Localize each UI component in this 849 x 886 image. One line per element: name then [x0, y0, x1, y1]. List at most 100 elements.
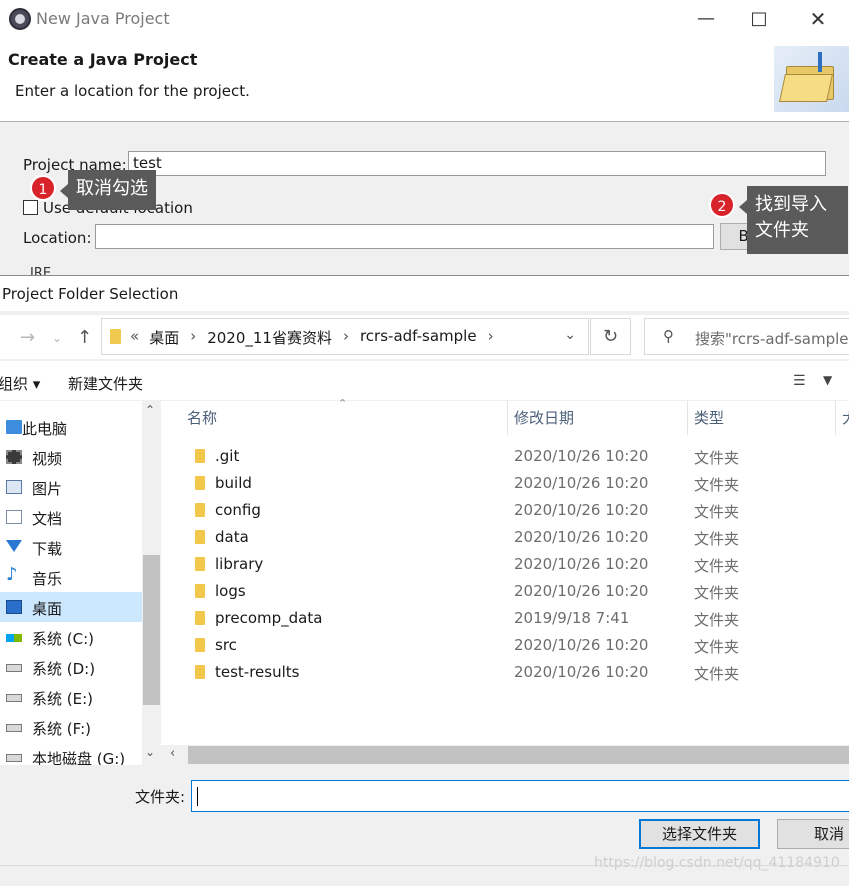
nav-item-drive-d[interactable]: 系统 (D:): [0, 652, 142, 682]
chevron-right-icon[interactable]: ›: [332, 327, 360, 348]
file-name: build: [215, 474, 252, 492]
column-header-date[interactable]: 修改日期: [508, 401, 688, 435]
select-folder-button[interactable]: 选择文件夹: [639, 819, 760, 849]
address-bar[interactable]: « 桌面 › 2020_11省赛资料 › rcrs-adf-sample › ⌄: [101, 318, 589, 355]
nav-item-drive-c[interactable]: 系统 (C:): [0, 622, 142, 652]
nav-item-label: 系统 (F:): [32, 720, 91, 738]
scroll-left-icon[interactable]: ‹: [170, 746, 175, 761]
minimize-button[interactable]: —: [683, 6, 729, 32]
address-navbar: → ⌄ ↑ « 桌面 › 2020_11省赛资料 › rcrs-adf-samp…: [0, 315, 849, 359]
scrollbar-thumb[interactable]: [143, 555, 160, 705]
file-type: 文件夹: [694, 503, 740, 521]
breadcrumb-rcrs[interactable]: rcrs-adf-sample: [360, 327, 477, 348]
breadcrumb-folder-2020[interactable]: 2020_11省赛资料: [207, 327, 332, 348]
address-dropdown-icon[interactable]: ⌄: [564, 327, 576, 343]
column-header-name[interactable]: 名称: [181, 401, 508, 435]
new-java-project-window: New Java Project — □ ✕ Create a Java Pro…: [0, 0, 849, 276]
nav-item-documents[interactable]: 文档: [0, 502, 142, 532]
file-type: 文件夹: [694, 476, 740, 494]
cancel-button[interactable]: 取消: [777, 819, 849, 849]
folder-icon: [195, 530, 205, 544]
navigation-scrollbar[interactable]: ⌃ ⌄: [142, 401, 161, 765]
watermark-text: https://blog.csdn.net/qq_41184910: [594, 855, 840, 871]
breadcrumb-desktop[interactable]: 桌面: [149, 327, 179, 348]
file-type: 文件夹: [694, 449, 740, 467]
nav-item-music[interactable]: ♪ 音乐: [0, 562, 142, 592]
folder-icon: [195, 611, 205, 625]
file-row[interactable]: logs 2020/10/26 10:20 文件夹: [161, 578, 849, 605]
folder-banner-icon: [774, 46, 849, 112]
file-name: config: [215, 501, 261, 519]
drive-icon: [6, 664, 22, 672]
nav-item-this-pc[interactable]: 此电脑: [0, 412, 142, 442]
folder-input[interactable]: [191, 780, 849, 812]
project-name-input[interactable]: test: [128, 151, 826, 176]
callout-uncheck: 取消勾选: [60, 170, 156, 210]
scroll-down-icon[interactable]: ⌄: [145, 745, 155, 759]
file-row[interactable]: library 2020/10/26 10:20 文件夹: [161, 551, 849, 578]
nav-item-label: 文档: [32, 510, 63, 528]
desktop-icon: [6, 600, 22, 614]
search-input[interactable]: 搜索"rcrs-adf-sample": [695, 328, 849, 349]
forward-arrow-icon[interactable]: →: [20, 327, 35, 348]
recent-dropdown-icon[interactable]: ⌄: [52, 331, 62, 345]
nav-item-pictures[interactable]: 图片: [0, 472, 142, 502]
view-options-icon[interactable]: ☰: [793, 373, 806, 389]
file-name: precomp_data: [215, 609, 323, 627]
nav-item-label: 系统 (C:): [32, 630, 94, 648]
scrollbar-thumb[interactable]: [188, 746, 849, 764]
nav-item-videos[interactable]: 视频: [0, 442, 142, 472]
location-input[interactable]: [95, 224, 714, 249]
nav-item-label: 视频: [32, 450, 63, 468]
organize-menu[interactable]: 组织 ▾: [0, 373, 40, 394]
column-header-size[interactable]: 大: [836, 401, 849, 435]
nav-item-drive-f[interactable]: 系统 (F:): [0, 712, 142, 742]
window-titlebar: New Java Project — □ ✕: [0, 0, 849, 38]
file-row[interactable]: config 2020/10/26 10:20 文件夹: [161, 497, 849, 524]
new-folder-button[interactable]: 新建文件夹: [68, 373, 143, 394]
horizontal-scrollbar[interactable]: ‹: [161, 745, 849, 765]
drive-icon: [6, 754, 22, 762]
file-date: 2020/10/26 10:20: [514, 447, 649, 465]
refresh-button[interactable]: ↻: [590, 318, 631, 355]
callout-find-folder: 找到导入 文件夹: [739, 186, 848, 254]
window-title: New Java Project: [36, 9, 170, 28]
close-button[interactable]: ✕: [795, 6, 841, 32]
file-date: 2020/10/26 10:20: [514, 663, 649, 681]
scroll-up-icon[interactable]: ⌃: [145, 403, 155, 417]
file-name: .git: [215, 447, 240, 465]
file-row[interactable]: .git 2020/10/26 10:20 文件夹: [161, 443, 849, 470]
nav-item-downloads[interactable]: 下载: [0, 532, 142, 562]
file-name: data: [215, 528, 249, 546]
search-box[interactable]: ⚲ 搜索"rcrs-adf-sample": [644, 318, 849, 355]
up-arrow-icon[interactable]: ↑: [77, 327, 92, 348]
dialog-title: Project Folder Selection: [2, 285, 179, 303]
nav-item-desktop[interactable]: 桌面: [0, 592, 142, 622]
nav-item-label: 下载: [32, 540, 63, 558]
nav-item-label: 音乐: [32, 570, 63, 588]
drive-icon: [6, 724, 22, 732]
chevron-right-icon[interactable]: ›: [179, 327, 207, 348]
breadcrumb-overflow[interactable]: «: [130, 327, 139, 348]
view-dropdown-icon[interactable]: ▼: [823, 373, 832, 387]
chevron-right-icon[interactable]: ›: [477, 327, 505, 348]
command-bar: 组织 ▾ 新建文件夹 ☰ ▼: [0, 361, 849, 401]
use-default-location-checkbox[interactable]: [23, 200, 38, 215]
file-row[interactable]: build 2020/10/26 10:20 文件夹: [161, 470, 849, 497]
browser-body: 此电脑 视频 图片 文档 下载 ♪ 音乐 桌面 系统 (C:) 系统 (D:) …: [0, 397, 849, 765]
location-label: Location:: [23, 229, 92, 247]
nav-item-drive-e[interactable]: 系统 (E:): [0, 682, 142, 712]
file-name: library: [215, 555, 264, 573]
folder-icon: [195, 476, 205, 490]
file-list: ⌃ 名称 修改日期 类型 大 .git 2020/10/26 10:20 文件夹…: [161, 397, 849, 765]
maximize-button[interactable]: □: [736, 6, 782, 32]
file-row[interactable]: data 2020/10/26 10:20 文件夹: [161, 524, 849, 551]
file-row[interactable]: src 2020/10/26 10:20 文件夹: [161, 632, 849, 659]
file-name: test-results: [215, 663, 300, 681]
file-row[interactable]: test-results 2020/10/26 10:20 文件夹: [161, 659, 849, 686]
wizard-description: Enter a location for the project.: [15, 82, 250, 100]
file-date: 2020/10/26 10:20: [514, 636, 649, 654]
column-header-type[interactable]: 类型: [688, 401, 836, 435]
file-row[interactable]: precomp_data 2019/9/18 7:41 文件夹: [161, 605, 849, 632]
nav-item-drive-g[interactable]: 本地磁盘 (G:): [0, 742, 142, 765]
